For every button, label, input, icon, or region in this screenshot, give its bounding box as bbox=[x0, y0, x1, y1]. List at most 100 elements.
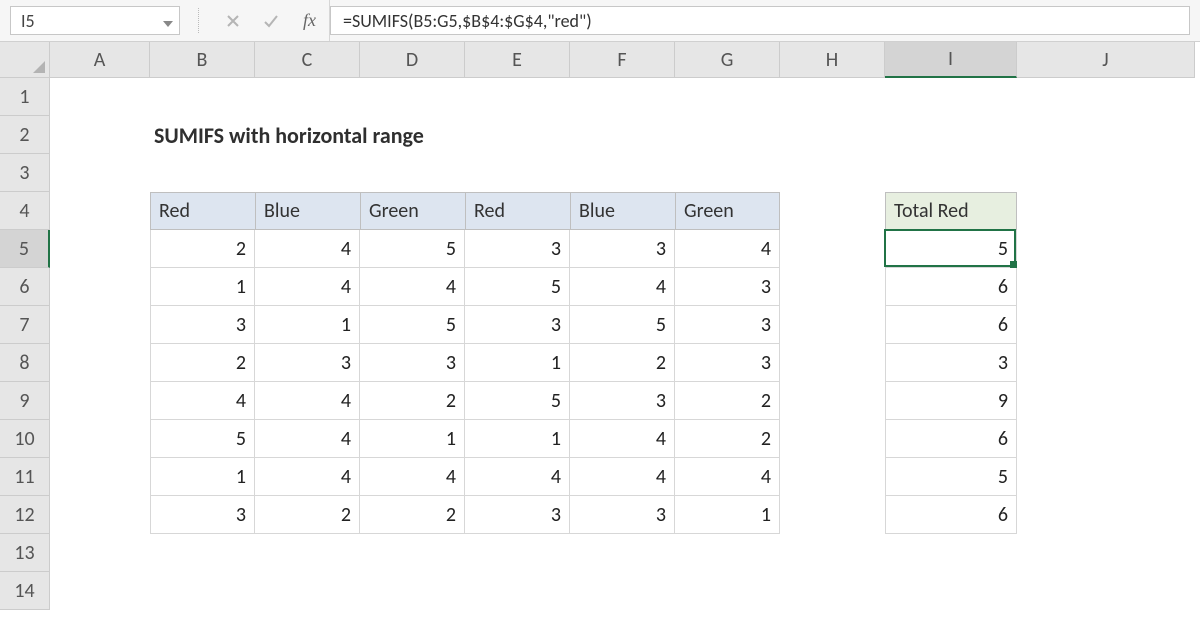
cell-C2[interactable] bbox=[255, 116, 360, 154]
cell-H14[interactable] bbox=[780, 572, 885, 610]
row-header-2[interactable]: 2 bbox=[0, 116, 50, 154]
cell-H12[interactable] bbox=[780, 496, 885, 534]
cell-E4[interactable]: Red bbox=[465, 192, 570, 230]
insert-function-button[interactable]: fx bbox=[290, 0, 330, 41]
cell-H13[interactable] bbox=[780, 534, 885, 572]
cell-H11[interactable] bbox=[780, 458, 885, 496]
column-header-H[interactable]: H bbox=[780, 42, 885, 78]
cell-B5[interactable]: 2 bbox=[150, 230, 255, 268]
cell-C8[interactable]: 3 bbox=[255, 344, 360, 382]
cell-B1[interactable] bbox=[150, 78, 255, 116]
cell-I5[interactable]: 5 bbox=[885, 230, 1017, 268]
cell-A12[interactable] bbox=[50, 496, 150, 534]
cell-F10[interactable]: 4 bbox=[570, 420, 675, 458]
cell-E2[interactable] bbox=[465, 116, 570, 154]
formula-input[interactable]: =SUMIFS(B5:G5,$B$4:$G$4,"red") bbox=[330, 6, 1190, 35]
cell-J4[interactable] bbox=[1017, 192, 1195, 230]
cell-A4[interactable] bbox=[50, 192, 150, 230]
cell-A5[interactable] bbox=[50, 230, 150, 268]
cell-H5[interactable] bbox=[780, 230, 885, 268]
cell-F13[interactable] bbox=[570, 534, 675, 572]
cell-B14[interactable] bbox=[150, 572, 255, 610]
cell-B11[interactable]: 1 bbox=[150, 458, 255, 496]
cell-C4[interactable]: Blue bbox=[255, 192, 360, 230]
cell-F3[interactable] bbox=[570, 154, 675, 192]
row-header-1[interactable]: 1 bbox=[0, 78, 50, 116]
cell-E6[interactable]: 5 bbox=[465, 268, 570, 306]
cell-E11[interactable]: 4 bbox=[465, 458, 570, 496]
enter-button[interactable] bbox=[252, 0, 290, 41]
cell-F4[interactable]: Blue bbox=[570, 192, 675, 230]
cell-D6[interactable]: 4 bbox=[360, 268, 465, 306]
cell-G9[interactable]: 2 bbox=[675, 382, 780, 420]
cell-F11[interactable]: 4 bbox=[570, 458, 675, 496]
cell-B13[interactable] bbox=[150, 534, 255, 572]
cell-E5[interactable]: 3 bbox=[465, 230, 570, 268]
cell-G5[interactable]: 4 bbox=[675, 230, 780, 268]
cell-I12[interactable]: 6 bbox=[885, 496, 1017, 534]
cell-E14[interactable] bbox=[465, 572, 570, 610]
cell-D4[interactable]: Green bbox=[360, 192, 465, 230]
cell-F14[interactable] bbox=[570, 572, 675, 610]
cell-I6[interactable]: 6 bbox=[885, 268, 1017, 306]
cell-F12[interactable]: 3 bbox=[570, 496, 675, 534]
cell-E7[interactable]: 3 bbox=[465, 306, 570, 344]
cell-I1[interactable] bbox=[885, 78, 1017, 116]
cell-G1[interactable] bbox=[675, 78, 780, 116]
cell-F2[interactable] bbox=[570, 116, 675, 154]
cell-F5[interactable]: 3 bbox=[570, 230, 675, 268]
cell-D7[interactable]: 5 bbox=[360, 306, 465, 344]
cell-J14[interactable] bbox=[1017, 572, 1195, 610]
cell-C3[interactable] bbox=[255, 154, 360, 192]
cell-G2[interactable] bbox=[675, 116, 780, 154]
cell-J9[interactable] bbox=[1017, 382, 1195, 420]
cell-F9[interactable]: 3 bbox=[570, 382, 675, 420]
cell-B4[interactable]: Red bbox=[150, 192, 255, 230]
cell-H3[interactable] bbox=[780, 154, 885, 192]
cell-A3[interactable] bbox=[50, 154, 150, 192]
cell-I8[interactable]: 3 bbox=[885, 344, 1017, 382]
cell-A9[interactable] bbox=[50, 382, 150, 420]
cell-D5[interactable]: 5 bbox=[360, 230, 465, 268]
cell-C7[interactable]: 1 bbox=[255, 306, 360, 344]
cell-B3[interactable] bbox=[150, 154, 255, 192]
cell-H8[interactable] bbox=[780, 344, 885, 382]
cell-A10[interactable] bbox=[50, 420, 150, 458]
cell-A6[interactable] bbox=[50, 268, 150, 306]
cell-G14[interactable] bbox=[675, 572, 780, 610]
cell-G4[interactable]: Green bbox=[675, 192, 780, 230]
cell-C1[interactable] bbox=[255, 78, 360, 116]
cell-A8[interactable] bbox=[50, 344, 150, 382]
cell-G13[interactable] bbox=[675, 534, 780, 572]
cell-C14[interactable] bbox=[255, 572, 360, 610]
cell-C5[interactable]: 4 bbox=[255, 230, 360, 268]
cell-B7[interactable]: 3 bbox=[150, 306, 255, 344]
column-header-D[interactable]: D bbox=[360, 42, 465, 78]
cell-H2[interactable] bbox=[780, 116, 885, 154]
cell-J7[interactable] bbox=[1017, 306, 1195, 344]
cell-E1[interactable] bbox=[465, 78, 570, 116]
cell-C11[interactable]: 4 bbox=[255, 458, 360, 496]
name-box-dropdown-icon[interactable] bbox=[157, 10, 179, 32]
cell-G6[interactable]: 3 bbox=[675, 268, 780, 306]
column-header-F[interactable]: F bbox=[570, 42, 675, 78]
cell-J13[interactable] bbox=[1017, 534, 1195, 572]
cell-G8[interactable]: 3 bbox=[675, 344, 780, 382]
cell-E12[interactable]: 3 bbox=[465, 496, 570, 534]
cell-E13[interactable] bbox=[465, 534, 570, 572]
row-header-9[interactable]: 9 bbox=[0, 382, 50, 420]
cell-D12[interactable]: 2 bbox=[360, 496, 465, 534]
cell-A11[interactable] bbox=[50, 458, 150, 496]
cell-G10[interactable]: 2 bbox=[675, 420, 780, 458]
cell-B12[interactable]: 3 bbox=[150, 496, 255, 534]
cell-B10[interactable]: 5 bbox=[150, 420, 255, 458]
cell-D8[interactable]: 3 bbox=[360, 344, 465, 382]
cell-I10[interactable]: 6 bbox=[885, 420, 1017, 458]
cell-H6[interactable] bbox=[780, 268, 885, 306]
select-all-button[interactable] bbox=[0, 42, 50, 78]
row-header-12[interactable]: 12 bbox=[0, 496, 50, 534]
cell-A2[interactable] bbox=[50, 116, 150, 154]
cell-G11[interactable]: 4 bbox=[675, 458, 780, 496]
cell-J2[interactable] bbox=[1017, 116, 1195, 154]
cell-C10[interactable]: 4 bbox=[255, 420, 360, 458]
